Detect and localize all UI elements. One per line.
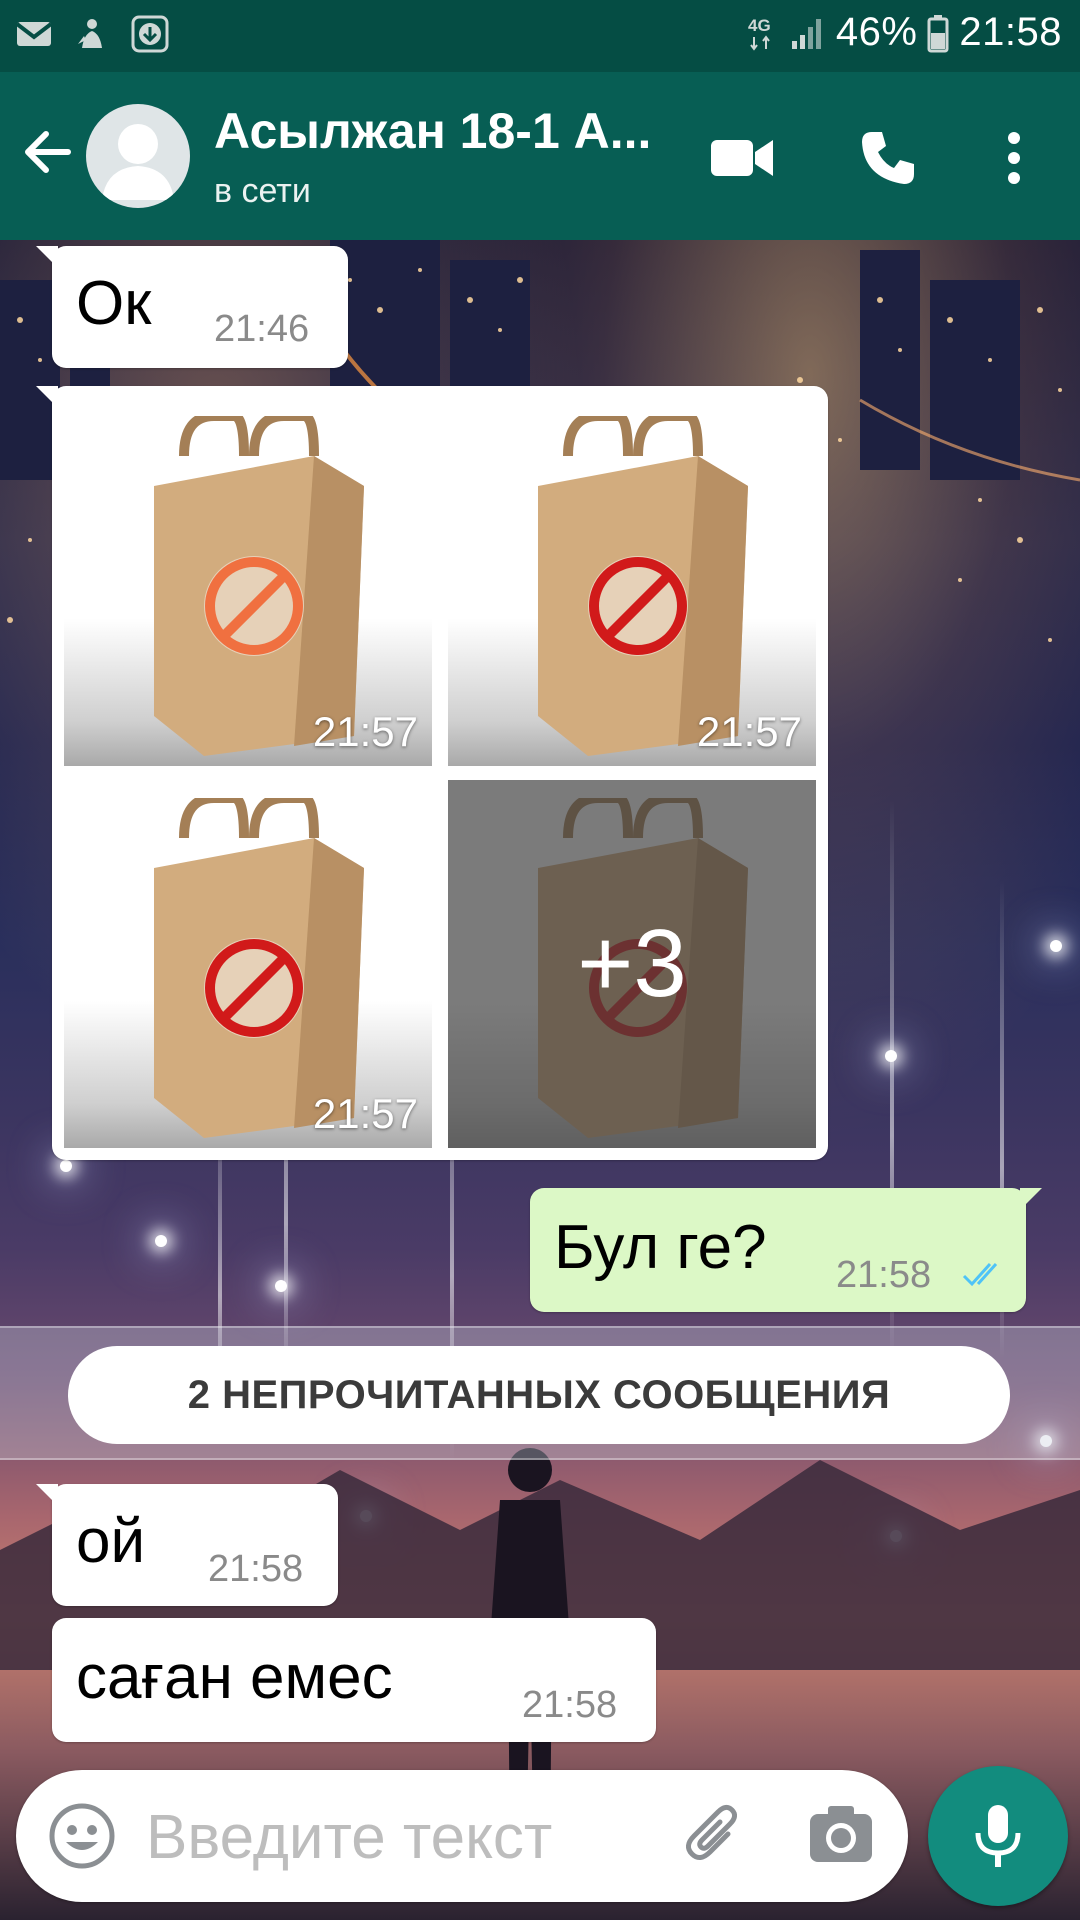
sparkle: [275, 1280, 287, 1292]
message-time: 21:58: [836, 1254, 932, 1296]
media-time: 21:57: [312, 1090, 418, 1137]
contact-status: в сети: [214, 172, 311, 210]
signal-icon: [791, 18, 821, 49]
bubble-tail: [36, 386, 58, 408]
message-text: Ок: [76, 269, 152, 338]
svg-text:4G: 4G: [748, 16, 771, 35]
message-text: саған емес: [76, 1643, 393, 1712]
back-arrow-icon[interactable]: [18, 122, 78, 182]
notification-icon: [78, 19, 102, 48]
paper-bag-image: [154, 798, 364, 1138]
microphone-icon: [975, 1805, 1021, 1867]
bubble-tail: [36, 1484, 58, 1506]
paper-bag-image: [538, 416, 748, 756]
phone-icon: [862, 132, 914, 184]
gmail-icon: [15, 22, 53, 46]
message-text: ой: [76, 1507, 146, 1576]
attachment-icon[interactable]: [676, 1798, 752, 1874]
message-time: 21:58: [208, 1548, 304, 1590]
more-options-icon: [1008, 132, 1020, 184]
sparkle: [60, 1160, 72, 1172]
media-time: 21:57: [312, 708, 418, 755]
default-avatar-icon: [102, 124, 174, 200]
media-album-message: 21:57 21:57 21:57 +3: [36, 386, 828, 1160]
network-4g-icon: 4G: [748, 16, 771, 51]
camera-icon[interactable]: [806, 1800, 876, 1870]
read-receipt-icon: [962, 1262, 998, 1287]
sparkle: [1050, 940, 1062, 952]
video-call-button[interactable]: [704, 120, 780, 196]
clock: 21:58: [959, 10, 1062, 54]
voice-message-button[interactable]: [928, 1766, 1068, 1906]
message-time: 21:58: [522, 1684, 618, 1726]
media-thumbnail[interactable]: 21:57: [64, 398, 432, 766]
video-call-icon: [711, 140, 773, 176]
media-time: 21:57: [696, 708, 802, 755]
status-bar: 4G 46% 21:58: [0, 0, 1080, 72]
emoji-icon[interactable]: [46, 1800, 118, 1872]
incoming-message[interactable]: саған емес 21:58: [52, 1618, 656, 1742]
incoming-message[interactable]: ой 21:58: [36, 1484, 338, 1606]
bubble-tail: [1020, 1188, 1042, 1210]
voice-call-button[interactable]: [850, 120, 926, 196]
message-text: Бул ге?: [554, 1213, 767, 1282]
incoming-message[interactable]: Ок 21:46: [36, 246, 348, 368]
message-time: 21:46: [214, 308, 310, 350]
media-thumbnail[interactable]: 21:57: [64, 780, 432, 1148]
paper-bag-image: [154, 416, 364, 756]
battery-icon: [927, 14, 949, 52]
battery-percent: 46%: [835, 10, 918, 54]
outgoing-message[interactable]: Бул ге? 21:58: [530, 1188, 1042, 1312]
more-options-button[interactable]: [976, 120, 1052, 196]
chat-header: Асылжан 18-1 А... в сети: [0, 72, 1080, 240]
sparkle: [885, 1050, 897, 1062]
unread-messages-banner: 2 НЕПРОЧИТАННЫХ СООБЩЕНИЯ: [68, 1346, 1010, 1444]
more-media-count: +3: [577, 910, 687, 1017]
contact-name[interactable]: Асылжан 18-1 А...: [214, 102, 651, 160]
sparkle: [155, 1235, 167, 1247]
message-input[interactable]: Введите текст: [146, 1802, 552, 1873]
message-composer: Введите текст: [16, 1770, 908, 1902]
bubble-tail: [36, 246, 58, 268]
download-icon: [131, 15, 169, 53]
media-thumbnail-more[interactable]: +3: [448, 780, 816, 1148]
avatar[interactable]: [86, 104, 190, 208]
media-thumbnail[interactable]: 21:57: [448, 398, 816, 766]
